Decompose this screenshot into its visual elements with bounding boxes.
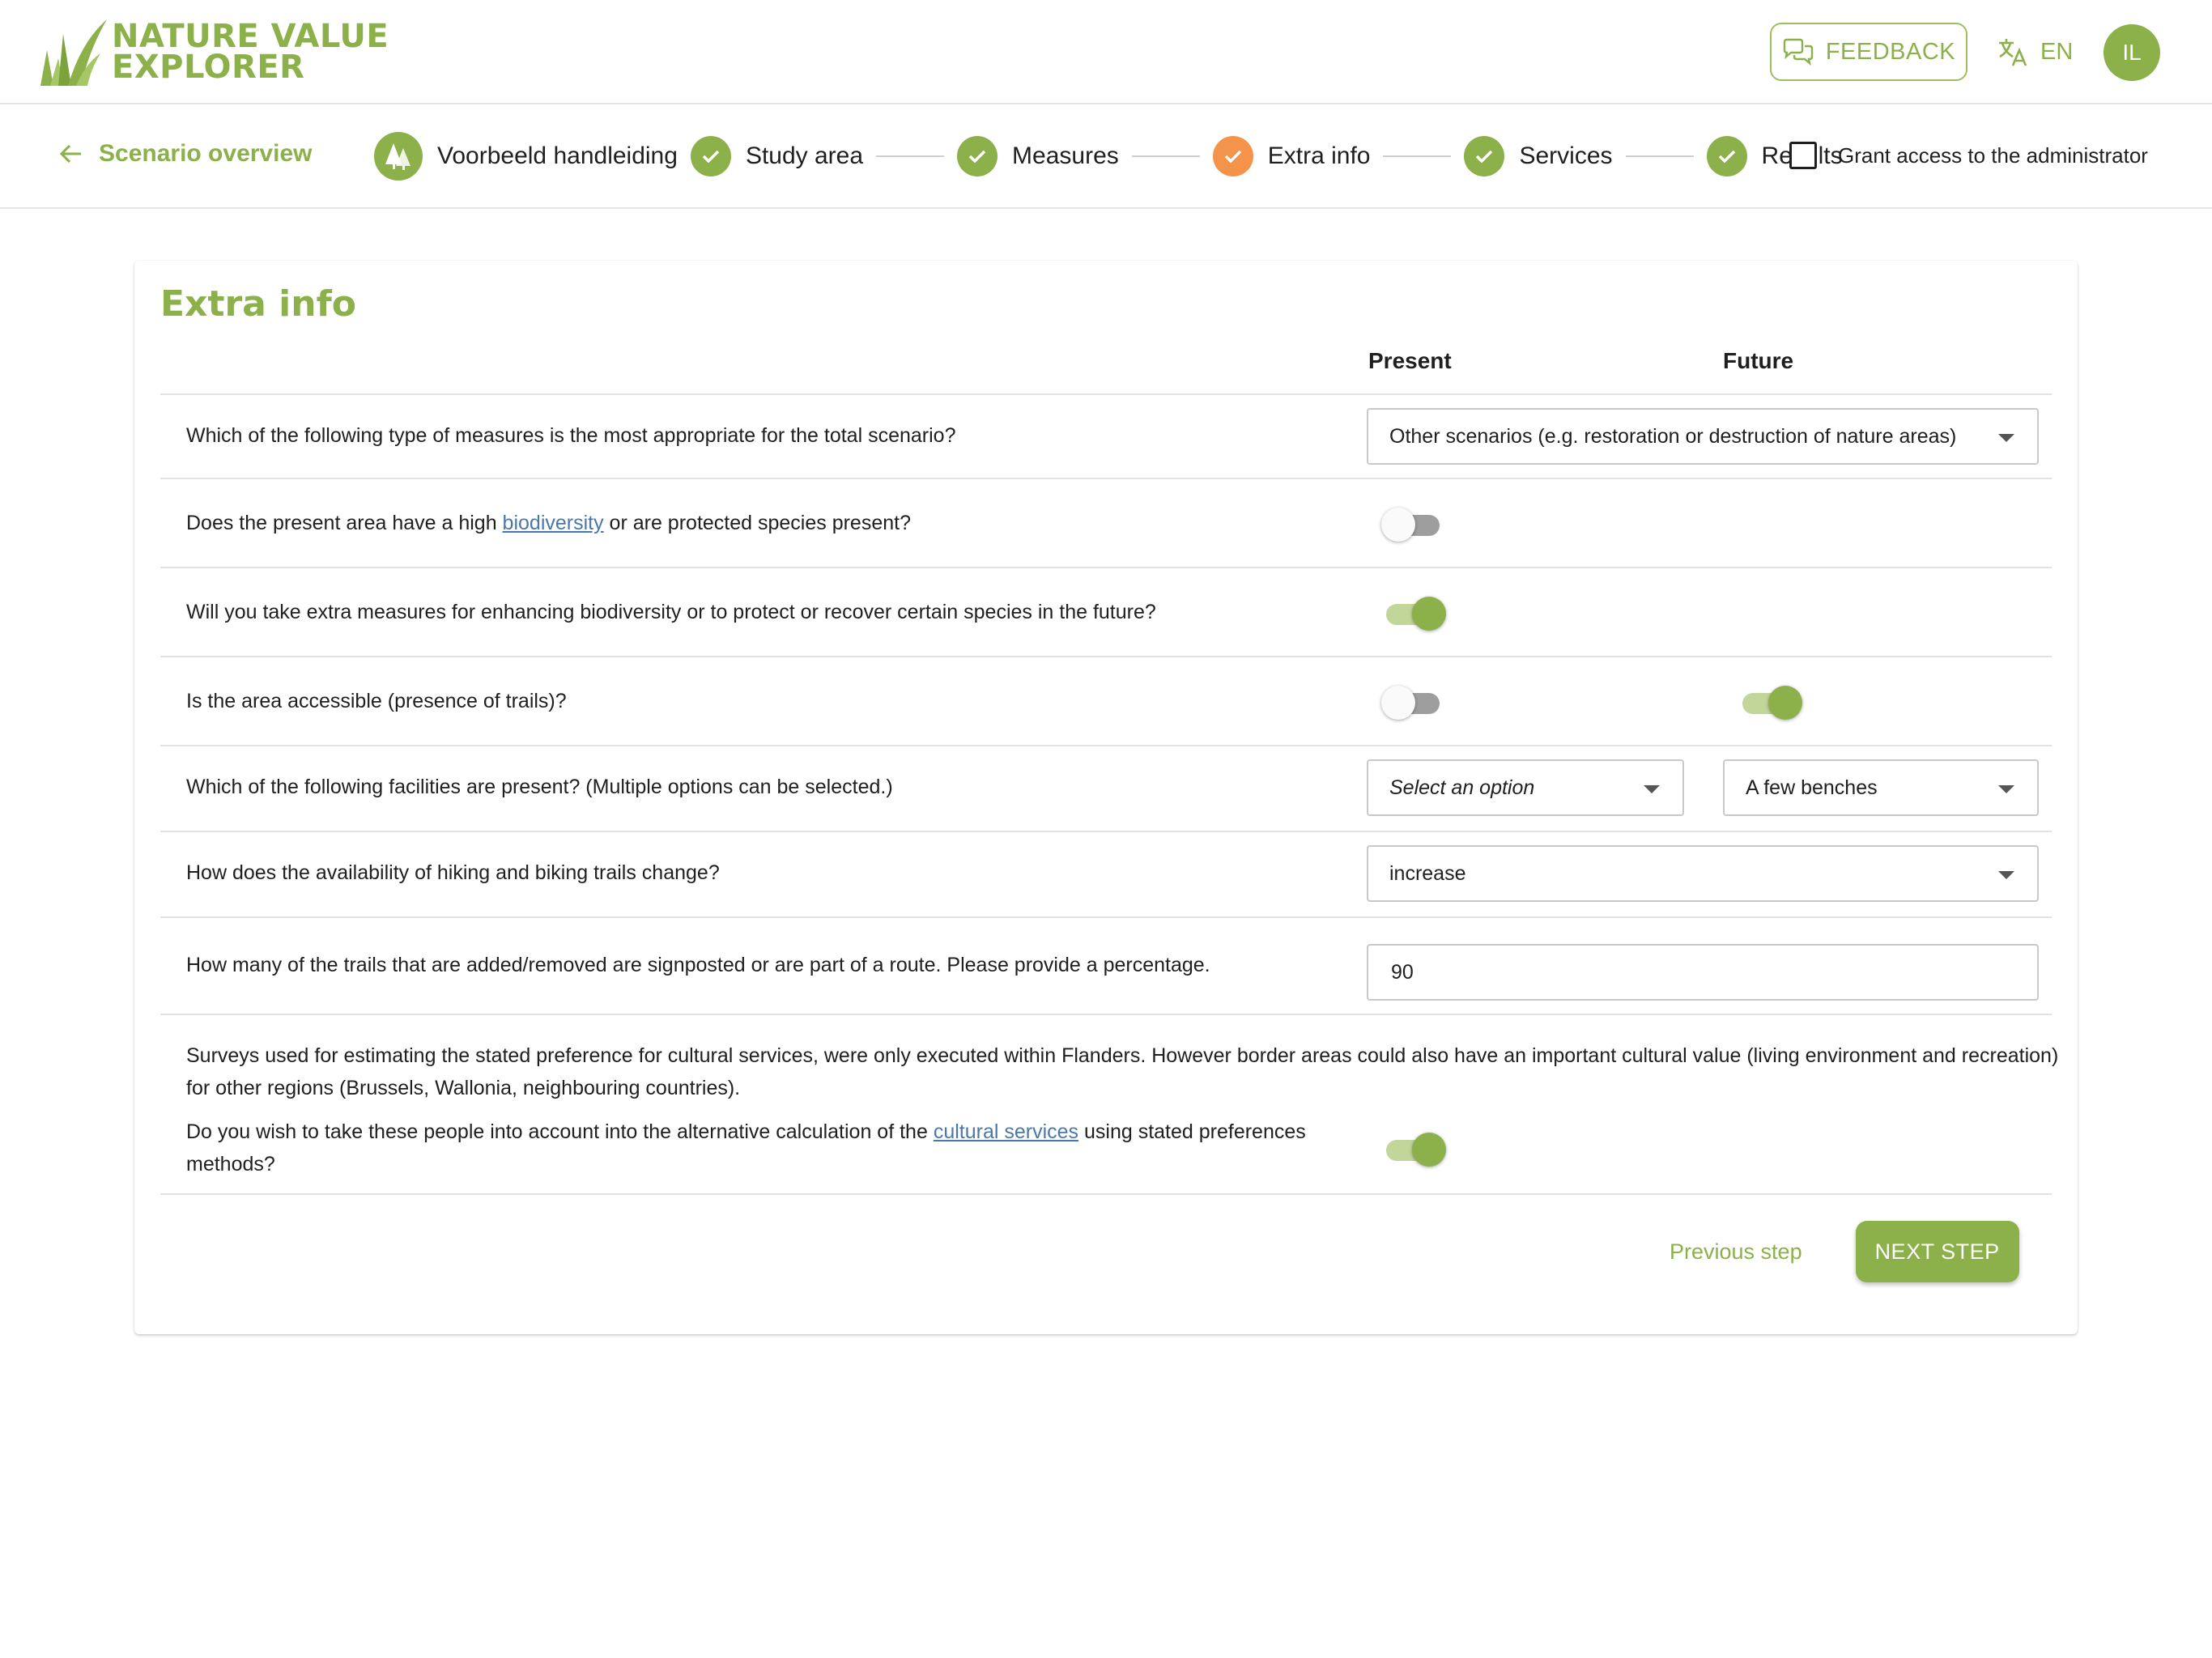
step-label: Extra info (1267, 142, 1371, 169)
step-services[interactable]: Services (1464, 136, 1613, 176)
caret-down-icon (1644, 785, 1660, 793)
step-extra-info[interactable]: Extra info (1212, 136, 1371, 176)
select-value: A few benches (1746, 776, 1878, 799)
step-measures[interactable]: Measures (957, 136, 1119, 176)
scenario-name: Voorbeeld handleiding (437, 142, 678, 169)
step-connector (1383, 155, 1452, 157)
question-text: Does the present area have a high (186, 512, 503, 534)
chat-bubbles-icon (1783, 38, 1814, 66)
scenario-name-step: Voorbeeld handleiding (374, 132, 678, 181)
column-header-future: Future (1723, 348, 1794, 373)
divider (160, 916, 2052, 918)
language-code: EN (2040, 38, 2074, 65)
biodiversity-present-toggle[interactable] (1381, 505, 1446, 542)
check-icon (690, 136, 731, 176)
input-value: 90 (1391, 960, 1414, 984)
form-actions: Previous step NEXT STEP (1670, 1221, 2019, 1282)
question-extra-measures: Will you take extra measures for enhanci… (186, 601, 1156, 623)
caret-down-icon (1998, 434, 2014, 442)
scenario-overview-link[interactable]: Scenario overview (58, 140, 312, 168)
step-label: Services (1519, 142, 1613, 169)
step-label: Measures (1012, 142, 1119, 169)
top-header: NATURE VALUE EXPLORER FEEDBACK EN IL (0, 0, 2212, 104)
grass-logo-icon (40, 19, 107, 86)
divider (160, 1193, 2052, 1195)
step-connector (1131, 155, 1200, 157)
feedback-label: FEEDBACK (1825, 38, 1956, 65)
grant-access-control: Grant access to the administrator (1789, 142, 2148, 169)
step-study-area[interactable]: Study area (690, 136, 864, 176)
measure-type-select[interactable]: Other scenarios (e.g. restoration or des… (1367, 408, 2039, 465)
extra-info-card: Extra info Present Future Which of the f… (134, 261, 2078, 1334)
logo-line-1: NATURE VALUE (112, 18, 389, 55)
trail-availability-select[interactable]: increase (1367, 845, 2039, 902)
divider (160, 656, 2052, 657)
feedback-button[interactable]: FEEDBACK (1770, 23, 1967, 81)
divider (160, 745, 2052, 746)
back-label: Scenario overview (99, 140, 313, 167)
question-high-biodiversity: Does the present area have a high biodiv… (186, 512, 911, 535)
check-icon (1706, 136, 1747, 176)
scenario-stepper-bar: Scenario overview Voorbeeld handleiding … (0, 104, 2212, 209)
step-connector (876, 155, 945, 157)
language-selector[interactable]: EN (1997, 31, 2073, 73)
select-value: increase (1389, 861, 1466, 885)
cultural-services-link[interactable]: cultural services (934, 1120, 1078, 1143)
facilities-future-select[interactable]: A few benches (1723, 759, 2039, 816)
question-signposted-percentage: How many of the trails that are added/re… (186, 954, 1210, 976)
user-initials: IL (2122, 40, 2142, 65)
translate-icon (1999, 39, 2027, 66)
question-facilities: Which of the following facilities are pr… (186, 776, 893, 798)
cultural-services-toggle[interactable] (1381, 1130, 1446, 1167)
question-cultural-services: Do you wish to take these people into ac… (186, 1116, 1320, 1180)
accessible-future-toggle[interactable] (1738, 683, 1802, 720)
extra-measures-toggle[interactable] (1381, 594, 1446, 631)
select-value: Other scenarios (e.g. restoration or des… (1389, 424, 1957, 448)
accessible-present-toggle[interactable] (1381, 683, 1446, 720)
logo-wordmark: NATURE VALUE EXPLORER (112, 18, 389, 86)
question-measure-type: Which of the following type of measures … (186, 424, 956, 447)
trees-icon (374, 132, 423, 181)
question-text: Do you wish to take these people into ac… (186, 1120, 934, 1143)
check-icon (1464, 136, 1505, 176)
check-icon (1212, 136, 1253, 176)
question-text: or are protected species present? (603, 512, 911, 534)
biodiversity-link[interactable]: biodiversity (503, 512, 604, 534)
arrow-left-icon (59, 144, 81, 164)
next-step-button[interactable]: NEXT STEP (1855, 1221, 2019, 1282)
user-avatar[interactable]: IL (2104, 24, 2160, 81)
divider (160, 831, 2052, 832)
grant-access-checkbox[interactable] (1789, 142, 1817, 169)
divider (160, 478, 2052, 479)
question-area-accessible: Is the area accessible (presence of trai… (186, 690, 567, 712)
caret-down-icon (1998, 785, 2014, 793)
cultural-services-note: Surveys used for estimating the stated p… (186, 1044, 2059, 1099)
column-header-present: Present (1368, 348, 1452, 373)
stepper: Voorbeeld handleiding Study area Measure… (374, 130, 1843, 182)
nature-value-explorer-logo[interactable]: NATURE VALUE EXPLORER (39, 18, 389, 87)
question-trail-availability: How does the availability of hiking and … (186, 861, 720, 884)
grant-access-label: Grant access to the administrator (1838, 142, 2148, 168)
facilities-present-select[interactable]: Select an option (1367, 759, 1684, 816)
step-label: Study area (745, 142, 864, 169)
logo-line-2: EXPLORER (112, 49, 305, 86)
select-placeholder: Select an option (1389, 776, 1535, 799)
signposted-percentage-input[interactable]: 90 (1367, 944, 2039, 1001)
step-connector (1625, 155, 1694, 157)
divider (160, 393, 2052, 395)
previous-step-button[interactable]: Previous step (1670, 1239, 1802, 1265)
page-title: Extra info (160, 283, 356, 325)
divider (160, 567, 2052, 568)
caret-down-icon (1998, 871, 2014, 879)
divider (160, 1014, 2052, 1015)
check-icon (957, 136, 998, 176)
